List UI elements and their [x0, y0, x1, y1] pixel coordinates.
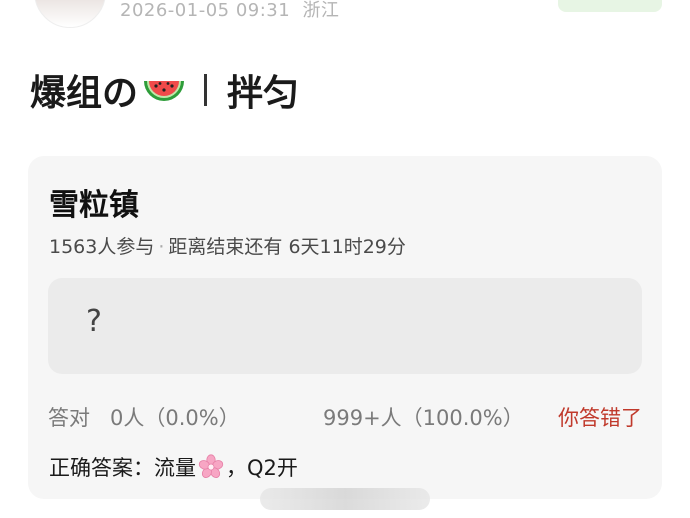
post-meta: 2026-01-05 09:31 浙江: [120, 0, 345, 22]
post-title-part1: 爆组の: [30, 73, 139, 114]
result-text: 你答错了: [558, 406, 642, 430]
answer-prefix: 正确答案：流量: [49, 456, 196, 480]
post-location: 浙江: [302, 0, 340, 21]
post-title: 爆组の 拌匀: [30, 64, 299, 116]
poll-participants: 1563人参与: [49, 236, 155, 258]
poll-stats: 答对 0人（0.0%） 999+人（100.0%） 你答错了: [48, 402, 642, 432]
poll-card: 雪粒镇 1563人参与 · 距离结束还有 6天11时29分 ? 答对 0人（0.0%…: [28, 156, 662, 499]
poll-option[interactable]: ?: [48, 278, 642, 374]
poll-option-text: ?: [86, 304, 102, 339]
correct-label: 答对: [48, 406, 90, 430]
title-separator: [204, 74, 208, 106]
watermelon-icon: [142, 75, 186, 105]
avatar[interactable]: [34, 0, 106, 28]
poll-countdown: 距离结束还有 6天11时29分: [168, 236, 406, 258]
poll-separator: ·: [158, 236, 165, 258]
correct-count: 0人（0.0%）: [110, 406, 240, 430]
follow-button[interactable]: [558, 0, 662, 12]
wrong-count: 999+人（100.0%）: [323, 406, 524, 430]
cherry-blossom-icon: [198, 454, 224, 480]
correct-answer: 正确答案：流量 ，Q2开: [49, 452, 298, 482]
post-title-part2: 拌匀: [227, 73, 300, 114]
answer-suffix: ，Q2开: [226, 456, 298, 480]
post-timestamp: 2026-01-05 09:31: [120, 0, 291, 21]
poll-subtitle: 1563人参与 · 距离结束还有 6天11时29分: [49, 232, 406, 259]
blurred-watermark: [260, 488, 430, 510]
poll-title: 雪粒镇: [49, 188, 139, 223]
